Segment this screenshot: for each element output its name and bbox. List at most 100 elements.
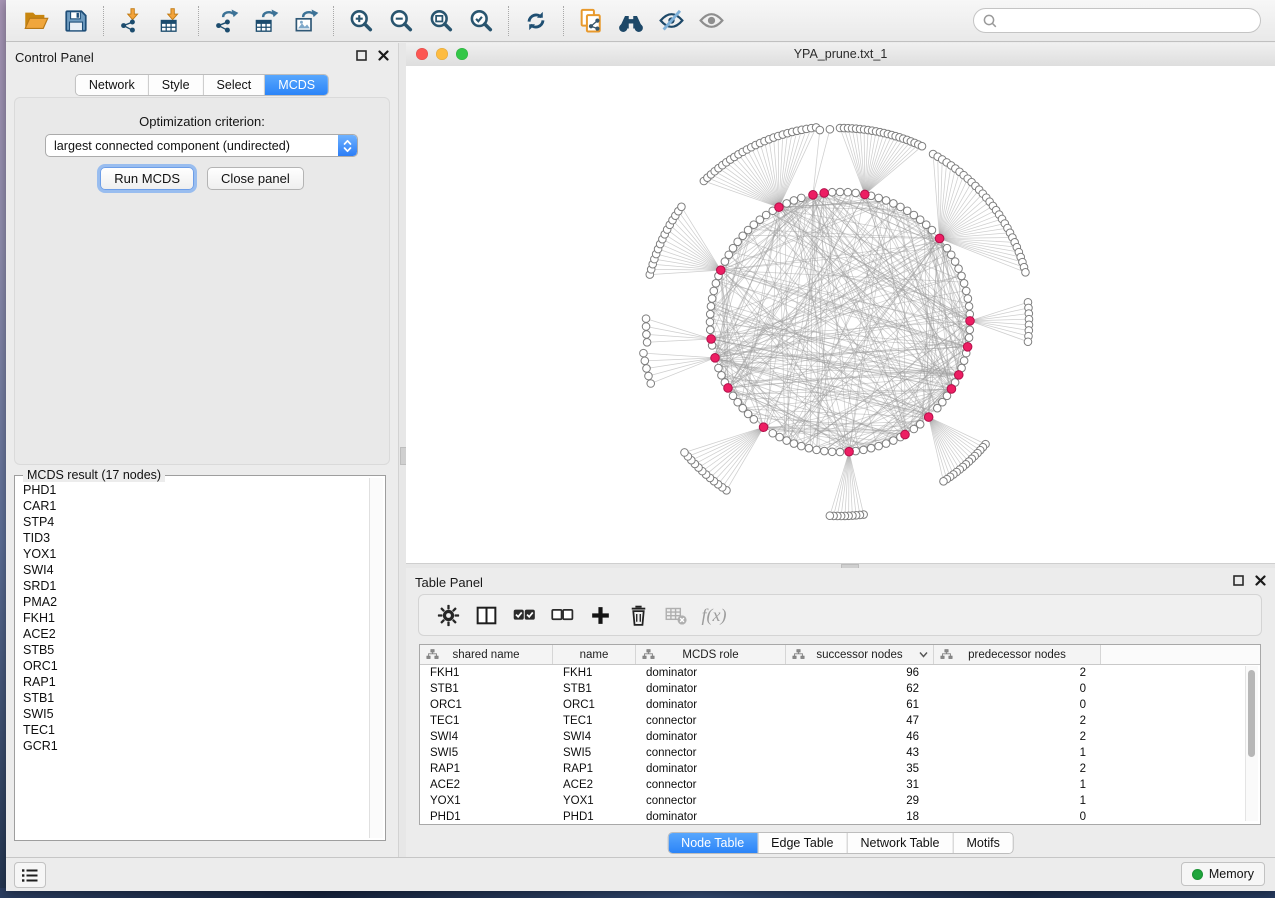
add-column-icon[interactable] (585, 600, 615, 630)
mcds-result-item[interactable]: TEC1 (23, 722, 370, 738)
mcds-result-item[interactable]: YOX1 (23, 546, 370, 562)
mcds-result-item[interactable]: RAP1 (23, 674, 370, 690)
column-header-predecessor-nodes[interactable]: predecessor nodes (934, 645, 1101, 664)
column-header-successor-nodes[interactable]: successor nodes (786, 645, 934, 664)
mcds-result-item[interactable]: SWI4 (23, 562, 370, 578)
table-row[interactable]: PHD1PHD1dominator180 (420, 809, 1260, 825)
table-row[interactable]: FKH1FKH1dominator962 (420, 665, 1260, 681)
table-row[interactable]: STB1STB1dominator620 (420, 681, 1260, 697)
column-header-name[interactable]: name (553, 645, 636, 664)
circular-arrows-icon[interactable] (521, 6, 551, 36)
toolbar-separator (198, 6, 199, 36)
table-toolbar: f(x) (418, 594, 1262, 636)
column-header-MCDS-role[interactable]: MCDS role (636, 645, 786, 664)
table-row[interactable]: RAP1RAP1dominator352 (420, 761, 1260, 777)
tab-style[interactable]: Style (148, 75, 203, 95)
table-row[interactable]: ACE2ACE2connector311 (420, 777, 1260, 793)
control-panel-title: Control Panel (15, 50, 94, 65)
table-row[interactable]: TEC1TEC1connector472 (420, 713, 1260, 729)
table-scrollbar[interactable] (1245, 666, 1258, 821)
tab-node-table[interactable]: Node Table (668, 833, 757, 853)
table-cell: connector (636, 713, 786, 729)
mcds-result-item[interactable]: CAR1 (23, 498, 370, 514)
table-cell: 46 (786, 729, 934, 745)
export-image-icon[interactable] (291, 6, 321, 36)
mcds-result-item[interactable]: PHD1 (23, 482, 370, 498)
table-row[interactable]: YOX1YOX1connector291 (420, 793, 1260, 809)
import-network-icon[interactable] (116, 6, 146, 36)
tab-network[interactable]: Network (76, 75, 148, 95)
optimization-criterion-select[interactable]: largest connected component (undirected) (45, 134, 358, 157)
network-graph[interactable] (406, 66, 1275, 563)
eye-icon[interactable] (696, 6, 726, 36)
close-panel-icon[interactable] (378, 50, 389, 61)
binoculars-icon[interactable] (616, 6, 646, 36)
zoom-fit-icon[interactable] (426, 6, 456, 36)
tab-mcds[interactable]: MCDS (264, 75, 328, 95)
table-row[interactable]: ORC1ORC1dominator610 (420, 697, 1260, 713)
tab-network-table[interactable]: Network Table (847, 833, 953, 853)
table-cell: ORC1 (553, 697, 636, 713)
mcds-result-item[interactable]: ORC1 (23, 658, 370, 674)
mcds-result-item[interactable]: PMA2 (23, 594, 370, 610)
table-row[interactable]: SWI5SWI5connector431 (420, 745, 1260, 761)
save-session-icon[interactable] (61, 6, 91, 36)
clone-network-icon[interactable] (576, 6, 606, 36)
export-table-icon[interactable] (251, 6, 281, 36)
cytoscape-window: Control Panel NetworkStyleSelectMCDS Opt… (6, 0, 1275, 891)
gear-icon[interactable] (433, 600, 463, 630)
table-row[interactable]: SWI4SWI4dominator462 (420, 729, 1260, 745)
select-stepper-icon (338, 135, 357, 156)
toolbar-separator (508, 6, 509, 36)
split-columns-icon[interactable] (471, 600, 501, 630)
control-panel: Control Panel NetworkStyleSelectMCDS Opt… (6, 43, 398, 858)
function-builder-icon[interactable]: f(x) (699, 600, 729, 630)
mcds-result-item[interactable]: STP4 (23, 514, 370, 530)
delete-table-icon[interactable] (661, 600, 691, 630)
search-field[interactable] (973, 8, 1261, 33)
table-cell: dominator (636, 761, 786, 777)
fx-label: f(x) (702, 605, 727, 626)
search-input[interactable] (998, 13, 1252, 29)
mcds-result-item[interactable]: STB5 (23, 642, 370, 658)
memory-button[interactable]: Memory (1181, 862, 1265, 886)
open-file-icon[interactable] (21, 6, 51, 36)
task-history-button[interactable] (14, 862, 46, 888)
close-panel-button[interactable]: Close panel (207, 167, 304, 190)
zoom-selected-icon[interactable] (466, 6, 496, 36)
tab-edge-table[interactable]: Edge Table (757, 833, 846, 853)
tab-motifs[interactable]: Motifs (952, 833, 1012, 853)
uncheck-all-icon[interactable] (547, 600, 577, 630)
table-cell: 2 (934, 713, 1101, 729)
mcds-result-item[interactable]: SWI5 (23, 706, 370, 722)
tab-select[interactable]: Select (203, 75, 265, 95)
export-network-icon[interactable] (211, 6, 241, 36)
check-all-icon[interactable] (509, 600, 539, 630)
mcds-result-item[interactable]: SRD1 (23, 578, 370, 594)
table-cell: 29 (786, 793, 934, 809)
run-mcds-button[interactable]: Run MCDS (100, 167, 194, 190)
table-cell: PHD1 (420, 809, 553, 825)
close-panel-icon[interactable] (1255, 575, 1266, 586)
delete-column-icon[interactable] (623, 600, 653, 630)
mcds-result-item[interactable]: TID3 (23, 530, 370, 546)
table-scrollbar-thumb[interactable] (1248, 670, 1255, 757)
eye-slash-icon[interactable] (656, 6, 686, 36)
mcds-list-scrollbar[interactable] (369, 478, 383, 838)
control-panel-tabbar: NetworkStyleSelectMCDS (75, 74, 329, 96)
import-table-icon[interactable] (156, 6, 186, 36)
table-cell: 2 (934, 665, 1101, 681)
main-toolbar (6, 0, 1275, 42)
mcds-result-item[interactable]: GCR1 (23, 738, 370, 754)
float-panel-icon[interactable] (356, 50, 367, 61)
float-panel-icon[interactable] (1233, 575, 1244, 586)
mcds-result-item[interactable]: ACE2 (23, 626, 370, 642)
mcds-result-item[interactable]: STB1 (23, 690, 370, 706)
column-header-shared-name[interactable]: shared name (420, 645, 553, 664)
zoom-out-icon[interactable] (386, 6, 416, 36)
zoom-in-icon[interactable] (346, 6, 376, 36)
network-canvas[interactable] (406, 66, 1275, 563)
table-cell: dominator (636, 665, 786, 681)
network-window-titlebar[interactable]: YPA_prune.txt_1 (406, 43, 1275, 67)
mcds-result-item[interactable]: FKH1 (23, 610, 370, 626)
